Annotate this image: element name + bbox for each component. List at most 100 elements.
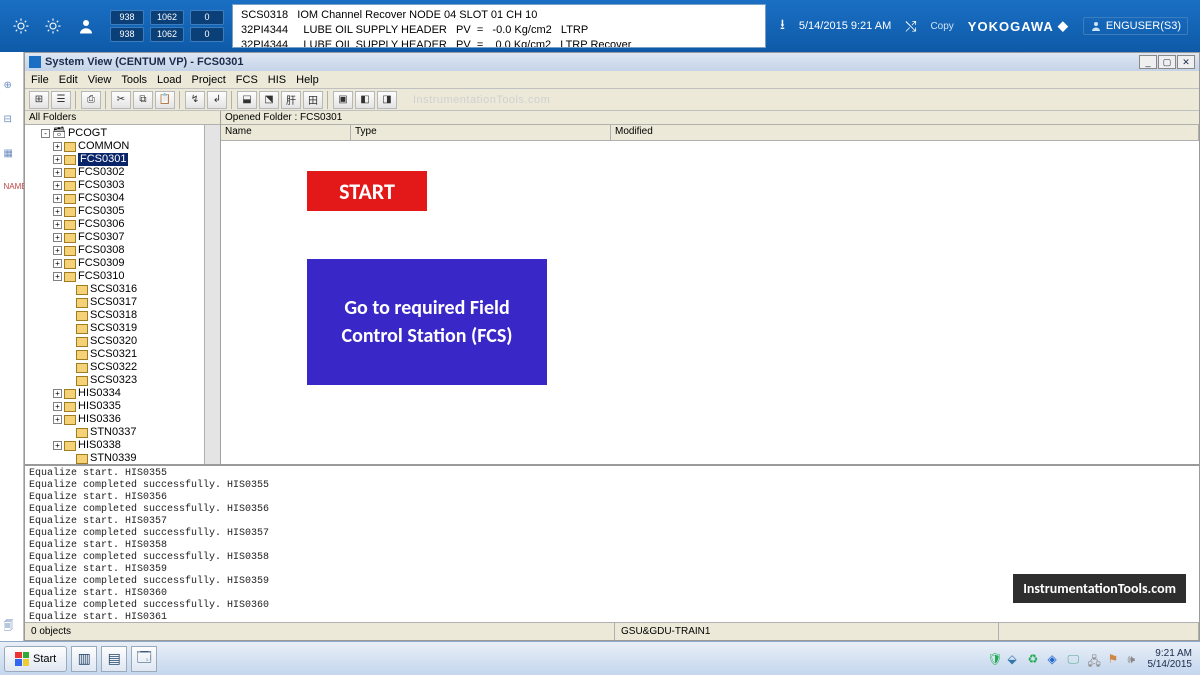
- tree-node-scs0320[interactable]: SCS0320: [29, 335, 202, 348]
- user-badge[interactable]: ENGUSER(S3): [1083, 17, 1188, 35]
- tool-icon-b[interactable]: ⬔: [259, 91, 279, 109]
- tray-icon-3[interactable]: ♻: [1028, 652, 1042, 666]
- tree-node-scs0318[interactable]: SCS0318: [29, 309, 202, 322]
- strip-icon-1[interactable]: ⊕: [4, 80, 20, 96]
- tree-node-fcs0305[interactable]: +FCS0305: [29, 205, 202, 218]
- tool-icon-c[interactable]: 肝: [281, 91, 301, 109]
- tree-node-stn0339[interactable]: STN0339: [29, 452, 202, 464]
- start-button[interactable]: Start: [4, 646, 67, 672]
- strip-icon-2[interactable]: ⊟: [4, 114, 20, 130]
- watermark-text: InstrumentationTools.com: [413, 94, 550, 106]
- tree-scrollbar[interactable]: [204, 125, 220, 464]
- status-spare: [999, 623, 1199, 640]
- tree-header: All Folders: [25, 111, 220, 125]
- tool-list-icon[interactable]: ☰: [51, 91, 71, 109]
- tool-arrow2-icon[interactable]: ↲: [207, 91, 227, 109]
- tree-node-fcs0309[interactable]: +FCS0309: [29, 257, 202, 270]
- counter-1a: 938: [110, 10, 144, 25]
- callout-go: Go to required Field Control Station (FC…: [307, 259, 547, 385]
- maximize-button[interactable]: ▢: [1158, 55, 1176, 69]
- tree-node-fcs0310[interactable]: +FCS0310: [29, 270, 202, 283]
- menu-tools[interactable]: Tools: [121, 74, 147, 86]
- file-list-panel: Opened Folder : FCS0301 Name Type Modifi…: [221, 111, 1199, 464]
- alarm-icon-1[interactable]: [12, 17, 30, 35]
- alarm-icon-2[interactable]: [44, 17, 62, 35]
- list-columns: Name Type Modified: [221, 125, 1199, 141]
- taskbar-app-3[interactable]: 🗔: [131, 646, 157, 672]
- tree-node-fcs0307[interactable]: +FCS0307: [29, 231, 202, 244]
- tool-print-icon[interactable]: ⎙: [81, 91, 101, 109]
- tool-icon-a[interactable]: ⬓: [237, 91, 257, 109]
- menu-view[interactable]: View: [88, 74, 112, 86]
- toolbar: ⊞ ☰ ⎙ ✂ ⧉ 📋 ↯ ↲ ⬓ ⬔ 肝 田 ▣ ◧ ◨ Instrument…: [25, 89, 1199, 111]
- status-objects: 0 objects: [25, 623, 615, 640]
- tray-clock[interactable]: 9:21 AM5/14/2015: [1148, 648, 1193, 670]
- menu-edit[interactable]: Edit: [59, 74, 78, 86]
- tree-node-his0338[interactable]: +HIS0338: [29, 439, 202, 452]
- tray-icon-4[interactable]: ◈: [1048, 652, 1062, 666]
- tray-icon-5[interactable]: 🖵: [1068, 652, 1082, 666]
- status-project: GSU&GDU-TRAIN1: [615, 623, 999, 640]
- left-icon-strip: ⊕ ⊟ ▦ NAME 🗐: [0, 52, 24, 641]
- minimize-button[interactable]: _: [1139, 55, 1157, 69]
- tree-node-his0335[interactable]: +HIS0335: [29, 400, 202, 413]
- tree-node-common[interactable]: +COMMON: [29, 140, 202, 153]
- scroll-indicator-icon[interactable]: ⭳: [780, 14, 785, 38]
- taskbar-app-2[interactable]: ▤: [101, 646, 127, 672]
- tray-icon-8[interactable]: 🕪: [1128, 652, 1142, 666]
- tool-copy-icon[interactable]: ⧉: [133, 91, 153, 109]
- copy-button[interactable]: Copy: [930, 21, 953, 32]
- tool-icon-f[interactable]: ◧: [355, 91, 375, 109]
- tree-node-scs0317[interactable]: SCS0317: [29, 296, 202, 309]
- topbar-left: 938938 10621062 00: [0, 0, 230, 52]
- tray-icon-2[interactable]: ⬙: [1008, 652, 1022, 666]
- col-modified[interactable]: Modified: [611, 125, 1199, 140]
- taskbar-app-1[interactable]: ▥: [71, 646, 97, 672]
- tree-node-stn0337[interactable]: STN0337: [29, 426, 202, 439]
- menu-his[interactable]: HIS: [268, 74, 286, 86]
- tree-node-scs0321[interactable]: SCS0321: [29, 348, 202, 361]
- tool-icon-d[interactable]: 田: [303, 91, 323, 109]
- operator-icon[interactable]: [76, 17, 96, 35]
- col-type[interactable]: Type: [351, 125, 611, 140]
- tool-icon-e[interactable]: ▣: [333, 91, 353, 109]
- menu-file[interactable]: File: [31, 74, 49, 86]
- tree-node-scs0323[interactable]: SCS0323: [29, 374, 202, 387]
- tray-icon-6[interactable]: 🖧: [1088, 652, 1102, 666]
- tree-node-fcs0303[interactable]: +FCS0303: [29, 179, 202, 192]
- folder-tree[interactable]: -🗃PCOGT+COMMON+FCS0301+FCS0302+FCS0303+F…: [25, 125, 204, 464]
- tree-node-his0334[interactable]: +HIS0334: [29, 387, 202, 400]
- tree-node-scs0316[interactable]: SCS0316: [29, 283, 202, 296]
- window-titlebar[interactable]: System View (CENTUM VP) - FCS0301 _ ▢ ✕: [25, 53, 1199, 71]
- nopin-icon[interactable]: ⤭: [905, 18, 916, 35]
- strip-label-name[interactable]: NAME: [4, 182, 20, 198]
- tray-icon-1[interactable]: 🛡: [988, 652, 1002, 666]
- window-controls: _ ▢ ✕: [1139, 55, 1195, 69]
- tree-node-fcs0306[interactable]: +FCS0306: [29, 218, 202, 231]
- tool-arrow1-icon[interactable]: ↯: [185, 91, 205, 109]
- menu-fcs[interactable]: FCS: [236, 74, 258, 86]
- col-name[interactable]: Name: [221, 125, 351, 140]
- close-button[interactable]: ✕: [1177, 55, 1195, 69]
- system-tray: 🛡 ⬙ ♻ ◈ 🖵 🖧 ⚑ 🕪 9:21 AM5/14/2015: [988, 648, 1197, 670]
- tree-node-fcs0308[interactable]: +FCS0308: [29, 244, 202, 257]
- strip-icon-doc[interactable]: 🗐: [4, 619, 20, 635]
- tree-node-fcs0302[interactable]: +FCS0302: [29, 166, 202, 179]
- tool-icon-g[interactable]: ◨: [377, 91, 397, 109]
- windows-flag-icon: [15, 652, 29, 666]
- tool-tree-icon[interactable]: ⊞: [29, 91, 49, 109]
- tray-icon-7[interactable]: ⚑: [1108, 652, 1122, 666]
- tool-cut-icon[interactable]: ✂: [111, 91, 131, 109]
- tree-node-fcs0304[interactable]: +FCS0304: [29, 192, 202, 205]
- menu-help[interactable]: Help: [296, 74, 319, 86]
- tree-node-his0336[interactable]: +HIS0336: [29, 413, 202, 426]
- tree-node-scs0319[interactable]: SCS0319: [29, 322, 202, 335]
- tree-node-fcs0301[interactable]: +FCS0301: [29, 153, 202, 166]
- menu-project[interactable]: Project: [192, 74, 226, 86]
- list-canvas[interactable]: START Go to required Field Control Stati…: [221, 141, 1199, 464]
- start-label: Start: [33, 653, 56, 665]
- menu-load[interactable]: Load: [157, 74, 181, 86]
- tree-node-scs0322[interactable]: SCS0322: [29, 361, 202, 374]
- tool-paste-icon[interactable]: 📋: [155, 91, 175, 109]
- strip-icon-grid[interactable]: ▦: [4, 148, 20, 164]
